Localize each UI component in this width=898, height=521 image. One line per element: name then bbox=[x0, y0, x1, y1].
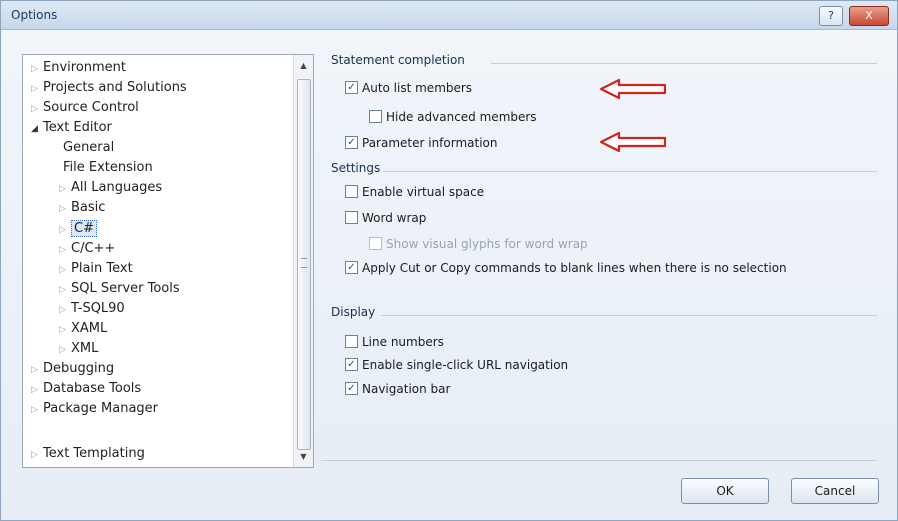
window-title: Options bbox=[11, 8, 58, 22]
tree-item-package-manager[interactable]: ▷ Package Manager bbox=[31, 400, 158, 418]
title-bar: Options ? X bbox=[1, 1, 897, 30]
checkbox[interactable] bbox=[345, 185, 358, 198]
scroll-down-arrow-icon[interactable]: ▼ bbox=[294, 448, 313, 465]
single-click-url-option[interactable]: ✓ Enable single-click URL navigation bbox=[345, 356, 568, 374]
tree-item-plain-text[interactable]: ▷ Plain Text bbox=[59, 260, 133, 278]
line-numbers-option[interactable]: Line numbers bbox=[345, 333, 444, 351]
ok-button[interactable]: OK bbox=[681, 478, 769, 504]
tree-item-cpp[interactable]: ▷ C/C++ bbox=[59, 240, 115, 258]
tree-item-database-tools[interactable]: ▷ Database Tools bbox=[31, 380, 141, 398]
checkbox[interactable]: ✓ bbox=[345, 382, 358, 395]
checkbox bbox=[369, 237, 382, 250]
checkbox[interactable]: ✓ bbox=[345, 261, 358, 274]
expand-arrow-icon[interactable]: ▷ bbox=[31, 100, 43, 118]
section-divider bbox=[383, 171, 877, 172]
tree-item-xaml[interactable]: ▷ XAML bbox=[59, 320, 107, 338]
expand-arrow-icon[interactable]: ▷ bbox=[31, 446, 43, 464]
expand-arrow-icon[interactable]: ▷ bbox=[31, 60, 43, 78]
tree-item-source-control[interactable]: ▷ Source Control bbox=[31, 99, 139, 117]
tree-item-environment[interactable]: ▷ Environment bbox=[31, 59, 126, 77]
tree-item-xml[interactable]: ▷ XML bbox=[59, 340, 98, 358]
grip-icon bbox=[301, 258, 307, 268]
tree-item-file-extension[interactable]: File Extension bbox=[63, 159, 153, 177]
annotation-arrow-icon bbox=[599, 131, 667, 153]
tree-item-all-languages[interactable]: ▷ All Languages bbox=[59, 179, 162, 197]
tree-item-debugging[interactable]: ▷ Debugging bbox=[31, 360, 114, 378]
navigation-bar-option[interactable]: ✓ Navigation bar bbox=[345, 380, 450, 398]
word-wrap-option[interactable]: Word wrap bbox=[345, 209, 426, 227]
settings-heading: Settings bbox=[331, 161, 381, 175]
checkbox[interactable]: ✓ bbox=[345, 358, 358, 371]
expand-arrow-icon[interactable]: ▷ bbox=[59, 200, 71, 218]
expand-arrow-icon[interactable]: ▷ bbox=[59, 321, 71, 339]
expand-arrow-icon[interactable]: ▷ bbox=[31, 361, 43, 379]
checkbox[interactable] bbox=[345, 335, 358, 348]
expand-arrow-icon[interactable]: ▷ bbox=[59, 301, 71, 319]
expand-arrow-icon[interactable]: ▷ bbox=[59, 281, 71, 299]
tree-item-projects-and-solutions[interactable]: ▷ Projects and Solutions bbox=[31, 79, 187, 97]
hide-advanced-members-option[interactable]: Hide advanced members bbox=[369, 108, 537, 126]
section-divider bbox=[381, 315, 877, 316]
auto-list-members-option[interactable]: ✓ Auto list members bbox=[345, 79, 472, 97]
expand-arrow-icon[interactable]: ▷ bbox=[31, 80, 43, 98]
close-button[interactable]: X bbox=[849, 6, 889, 26]
buttons-divider bbox=[321, 460, 877, 461]
tree-item-tsql90[interactable]: ▷ T-SQL90 bbox=[59, 300, 125, 318]
checkbox[interactable] bbox=[369, 110, 382, 123]
expand-arrow-icon[interactable]: ▷ bbox=[59, 261, 71, 279]
cancel-button[interactable]: Cancel bbox=[791, 478, 879, 504]
expand-arrow-icon[interactable]: ▷ bbox=[59, 180, 71, 198]
options-dialog: Options ? X ▷ Environment ▷ Projects and S… bbox=[0, 0, 898, 521]
show-visual-glyphs-option: Show visual glyphs for word wrap bbox=[369, 235, 588, 253]
apply-cut-copy-option[interactable]: ✓ Apply Cut or Copy commands to blank lin… bbox=[345, 259, 787, 277]
expand-arrow-icon[interactable]: ▷ bbox=[59, 341, 71, 359]
options-tree[interactable]: ▷ Environment ▷ Projects and Solutions ▷ So… bbox=[22, 54, 314, 468]
scroll-up-arrow-icon[interactable]: ▲ bbox=[294, 57, 313, 74]
checkbox[interactable] bbox=[345, 211, 358, 224]
tree-item-basic[interactable]: ▷ Basic bbox=[59, 199, 105, 217]
checkbox[interactable]: ✓ bbox=[345, 136, 358, 149]
expand-arrow-icon[interactable]: ▷ bbox=[59, 241, 71, 259]
expand-arrow-icon[interactable]: ▷ bbox=[31, 381, 43, 399]
checkbox[interactable]: ✓ bbox=[345, 81, 358, 94]
statement-completion-heading: Statement completion bbox=[331, 53, 465, 67]
expand-arrow-icon[interactable]: ▷ bbox=[31, 401, 43, 419]
enable-virtual-space-option[interactable]: Enable virtual space bbox=[345, 183, 484, 201]
help-button[interactable]: ? bbox=[819, 6, 843, 26]
scrollbar-thumb[interactable] bbox=[297, 79, 311, 450]
annotation-arrow-icon bbox=[599, 78, 667, 100]
tree-item-general[interactable]: General bbox=[63, 139, 114, 157]
display-heading: Display bbox=[331, 305, 376, 319]
section-divider bbox=[491, 63, 877, 64]
tree-item-sql-server-tools[interactable]: ▷ SQL Server Tools bbox=[59, 280, 180, 298]
parameter-information-option[interactable]: ✓ Parameter information bbox=[345, 134, 498, 152]
expand-arrow-icon[interactable]: ▷ bbox=[59, 221, 71, 239]
tree-item-text-editor[interactable]: ◢ Text Editor bbox=[31, 119, 112, 137]
tree-scrollbar[interactable]: ▲ ▼ bbox=[293, 55, 313, 467]
collapse-arrow-icon[interactable]: ◢ bbox=[31, 120, 43, 138]
tree-item-csharp[interactable]: ▷ C# bbox=[59, 220, 97, 238]
tree-item-text-templating[interactable]: ▷ Text Templating bbox=[31, 445, 145, 463]
